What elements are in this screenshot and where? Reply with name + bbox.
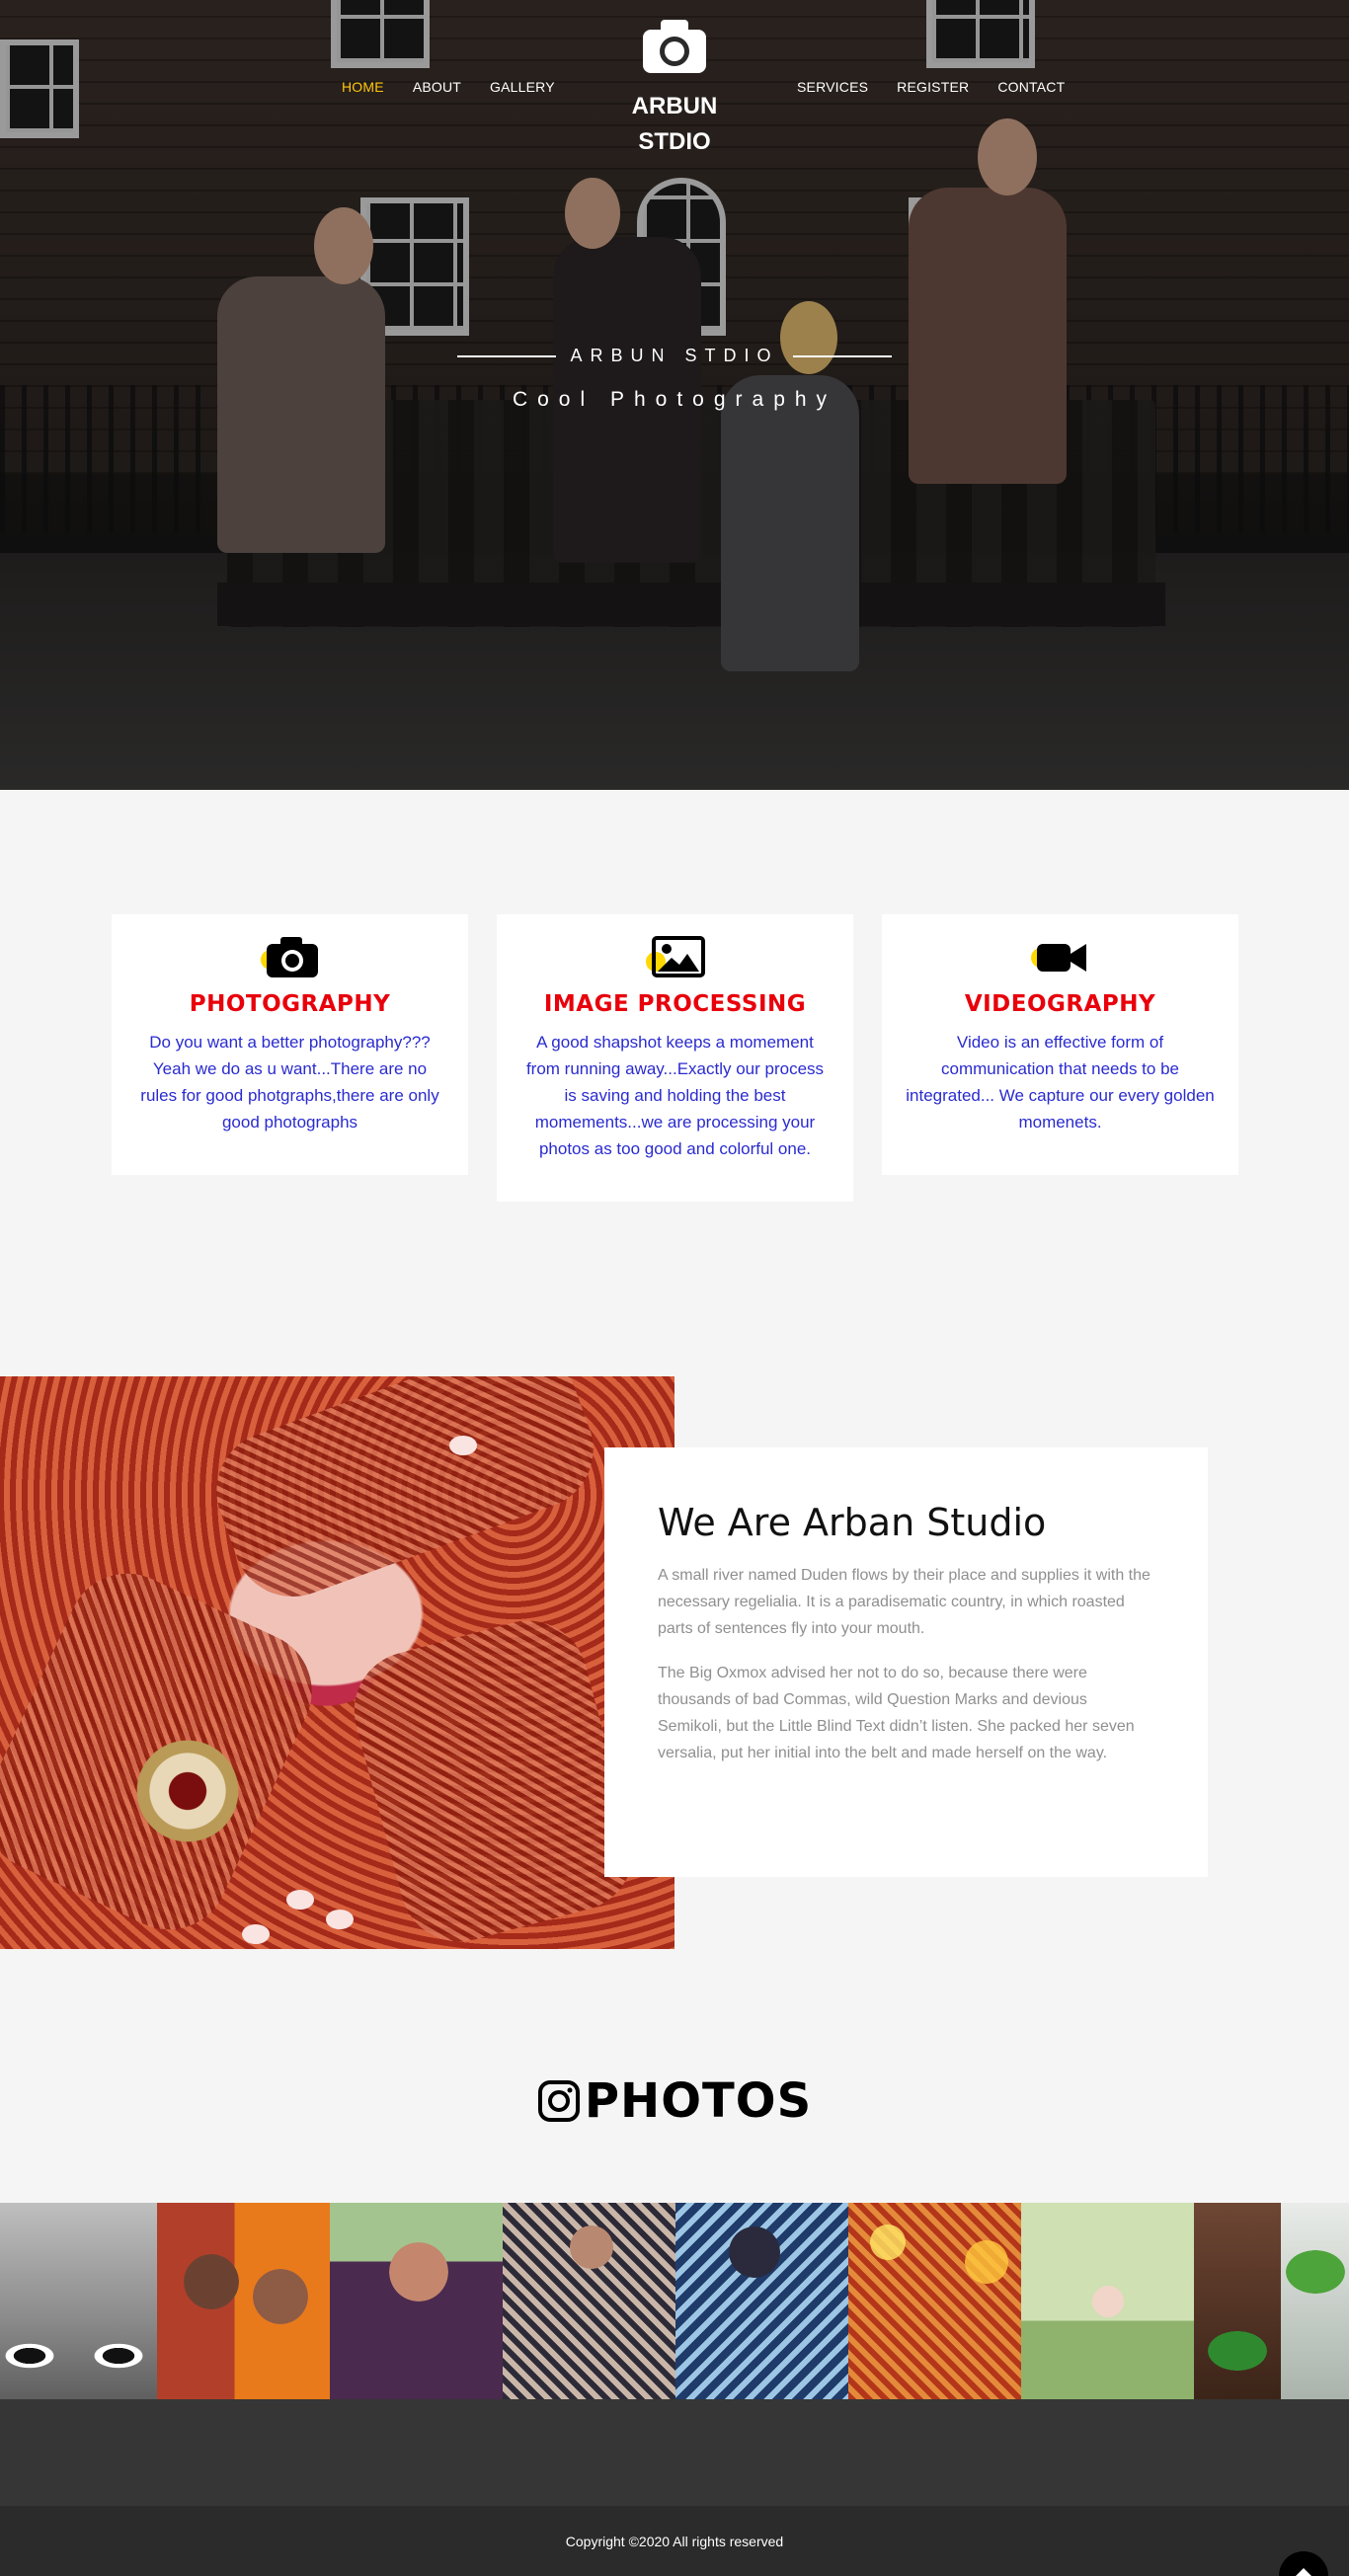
hero-line-right	[792, 354, 892, 357]
copyright-text: Copyright ©2020 All rights reserved	[565, 2533, 784, 2549]
about-box: We Are Arban Studio A small river named …	[604, 1447, 1208, 1877]
footer-top	[0, 2399, 1349, 2506]
nail	[326, 1910, 354, 1929]
service-text: A good shapshot keeps a momement from ru…	[525, 1033, 825, 1158]
henna-hand	[341, 1607, 647, 1949]
nail	[449, 1436, 477, 1455]
photo-strip	[0, 2203, 1349, 2399]
logo-line-1: ARBUN	[631, 93, 718, 119]
gallery-photo[interactable]	[0, 2203, 157, 2399]
service-title: PHOTOGRAPHY	[189, 991, 391, 1017]
service-icon-wrap	[133, 934, 446, 979]
camera-icon	[643, 20, 706, 73]
service-title: IMAGE PROCESSING	[543, 991, 807, 1017]
about-image	[0, 1376, 674, 1949]
hero-line-left	[457, 354, 557, 357]
service-card-photography: PHOTOGRAPHY Do you want a better photogr…	[112, 914, 468, 1175]
hero-banner: HOME ABOUT GALLERY ARBUN STDIO SERVICES …	[0, 0, 1349, 790]
about-heading: We Are Arban Studio	[658, 1501, 1047, 1544]
nail	[286, 1890, 314, 1910]
service-title: VIDEOGRAPHY	[964, 991, 1156, 1017]
about-paragraph-1: A small river named Duden flows by their…	[658, 1567, 1151, 1637]
instagram-icon	[537, 2080, 580, 2122]
ring-jewel	[128, 1732, 247, 1850]
services-section: PHOTOGRAPHY Do you want a better photogr…	[112, 914, 1238, 1202]
image-icon	[645, 936, 705, 977]
logo-line-2: STDIO	[638, 128, 711, 155]
nail	[242, 1924, 270, 1944]
main-nav-left: HOME ABOUT GALLERY	[342, 79, 555, 95]
hero-title: ARBUN STDIO	[570, 346, 779, 365]
gallery-photo[interactable]	[1194, 2203, 1281, 2399]
gallery-photo[interactable]	[848, 2203, 1021, 2399]
nav-register[interactable]: REGISTER	[897, 79, 969, 95]
nav-gallery[interactable]: GALLERY	[490, 79, 555, 95]
nav-services[interactable]: SERVICES	[797, 79, 868, 95]
about-paragraph-2: The Big Oxmox advised her not to do so, …	[658, 1665, 1135, 1761]
nav-contact[interactable]: CONTACT	[997, 79, 1065, 95]
gallery-photo[interactable]	[1281, 2203, 1349, 2399]
hero-subtitle: Cool Photography	[512, 388, 837, 411]
logo-text: ARBUN STDIO	[615, 89, 734, 160]
arrow-up-icon	[1296, 2568, 1311, 2576]
video-camera-icon	[1030, 944, 1086, 972]
photos-heading-text: PHOTOS	[584, 2073, 813, 2129]
hero-tagline: ARBUN STDIO Cool Photography	[0, 346, 1349, 412]
nav-home[interactable]: HOME	[342, 79, 384, 95]
main-nav-right: SERVICES REGISTER CONTACT	[797, 79, 1065, 95]
service-card-image-processing: IMAGE PROCESSING A good shapshot keeps a…	[497, 914, 853, 1202]
gallery-photo[interactable]	[157, 2203, 330, 2399]
gallery-photo[interactable]	[503, 2203, 675, 2399]
gallery-photo[interactable]	[1021, 2203, 1194, 2399]
service-card-videography: VIDEOGRAPHY Video is an effective form o…	[882, 914, 1238, 1175]
service-icon-wrap	[518, 934, 832, 979]
service-icon-wrap	[904, 934, 1217, 979]
camera-icon	[260, 937, 318, 977]
footer: Copyright ©2020 All rights reserved	[0, 2506, 1349, 2576]
photos-heading: PHOTOS	[0, 2073, 1349, 2129]
gallery-photo[interactable]	[675, 2203, 848, 2399]
service-text: Do you want a better photography??? Yeah…	[140, 1033, 439, 1132]
service-text: Video is an effective form of communicat…	[906, 1033, 1215, 1132]
gallery-photo[interactable]	[330, 2203, 503, 2399]
site-logo[interactable]: ARBUN STDIO	[615, 18, 734, 160]
henna-hand	[199, 1376, 610, 1613]
nav-about[interactable]: ABOUT	[413, 79, 461, 95]
